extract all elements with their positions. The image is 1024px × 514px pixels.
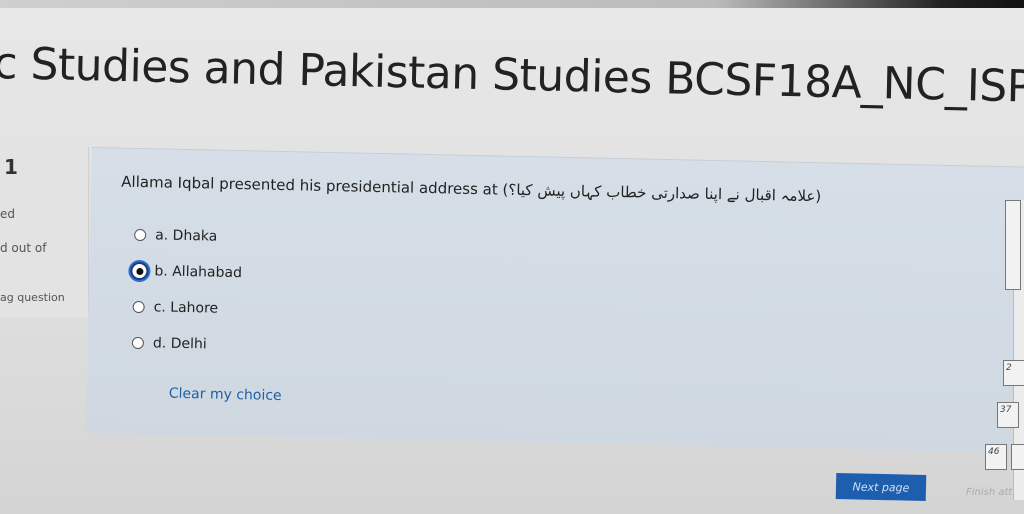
question-status: ed: [0, 207, 15, 221]
nav-button-blank[interactable]: [1011, 444, 1024, 470]
top-bar: [0, 0, 1024, 8]
answer-option-c[interactable]: c. Lahore: [132, 289, 241, 327]
question-text: Allama Iqbal presented his presidential …: [121, 172, 822, 206]
nav-button[interactable]: 2: [1003, 360, 1024, 386]
nav-button[interactable]: 37: [997, 402, 1019, 428]
quiz-navigation-panel: 2 37 46: [985, 200, 1024, 500]
next-page-button[interactable]: Next page: [835, 473, 927, 501]
answer-option-d[interactable]: d. Delhi: [131, 325, 241, 363]
answer-label: d. Delhi: [152, 335, 207, 353]
answer-label: c. Lahore: [153, 299, 219, 317]
answer-label: b. Allahabad: [154, 263, 243, 282]
radio-button-selected[interactable]: [130, 261, 149, 281]
clear-choice-link[interactable]: Clear my choice: [169, 386, 282, 404]
question-info-panel: 1 ed d out of ag question: [0, 147, 89, 317]
question-mark: d out of: [0, 241, 47, 255]
nav-button[interactable]: 46: [985, 444, 1007, 470]
flag-question-link[interactable]: ag question: [0, 291, 65, 304]
radio-button[interactable]: [131, 336, 145, 350]
answer-options: a. Dhaka b. Allahabad c. Lahore d. Delhi: [130, 217, 244, 363]
answer-option-b[interactable]: b. Allahabad: [130, 253, 243, 291]
question-number: 1: [4, 155, 18, 179]
radio-button[interactable]: [134, 228, 147, 242]
finish-attempt-link[interactable]: Finish att: [966, 487, 1012, 498]
nav-button-blank[interactable]: [1005, 200, 1021, 290]
page-title: c Studies and Pakistan Studies BCSF18A_N…: [0, 38, 1024, 114]
radio-button[interactable]: [132, 300, 145, 314]
question-formulation: Allama Iqbal presented his presidential …: [86, 147, 1024, 454]
answer-option-a[interactable]: a. Dhaka: [134, 217, 243, 255]
answer-label: a. Dhaka: [154, 227, 218, 245]
